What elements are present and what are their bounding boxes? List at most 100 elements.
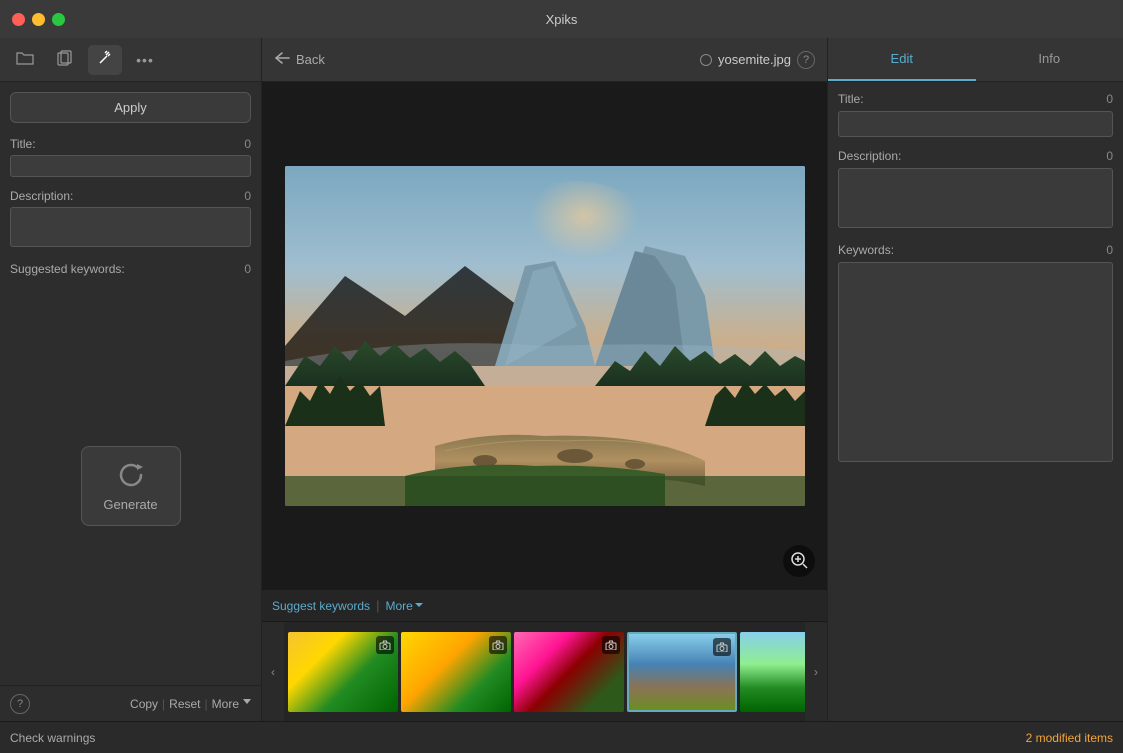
- right-description-label-row: Description: 0: [838, 149, 1113, 163]
- back-button[interactable]: Back: [274, 52, 325, 67]
- generate-label: Generate: [103, 497, 157, 512]
- filmstrip-area: ‹: [262, 621, 827, 721]
- generate-area: Generate: [0, 286, 261, 685]
- filmstrip-item-3[interactable]: [514, 632, 624, 712]
- folder-button[interactable]: [8, 45, 42, 75]
- right-title-label-row: Title: 0: [838, 92, 1113, 106]
- tab-info[interactable]: Info: [976, 38, 1123, 81]
- app-title: Xpiks: [546, 12, 578, 27]
- main-image: [285, 166, 805, 506]
- more-options-icon: •••: [136, 52, 154, 68]
- main-layout: ••• Apply Title: 0 Description: 0 Sugges…: [0, 38, 1123, 721]
- title-section: Title: 0: [0, 131, 261, 183]
- suggested-keywords-count: 0: [244, 262, 251, 276]
- filmstrip-nav-left[interactable]: ‹: [262, 622, 284, 721]
- suggested-keywords-label-row: Suggested keywords: 0: [10, 262, 251, 276]
- modified-count: 2 modified items: [1026, 731, 1113, 745]
- right-title-count: 0: [1106, 92, 1113, 106]
- filmstrip-item-2[interactable]: [401, 632, 511, 712]
- reset-link[interactable]: Reset: [169, 697, 200, 711]
- filmstrip-nav-right[interactable]: ›: [805, 622, 827, 721]
- description-label: Description:: [10, 189, 73, 203]
- copy-link[interactable]: Copy: [130, 697, 158, 711]
- file-name: yosemite.jpg: [718, 52, 791, 67]
- right-tabs: Edit Info: [828, 38, 1123, 82]
- filmstrip-item-5[interactable]: [740, 632, 805, 712]
- filmstrip-item-1[interactable]: [288, 632, 398, 712]
- right-panel: Edit Info Title: 0 Description: 0: [827, 38, 1123, 721]
- file-help-button[interactable]: ?: [797, 51, 815, 69]
- maximize-button[interactable]: [52, 13, 65, 26]
- check-warnings-button[interactable]: Check warnings: [10, 731, 95, 745]
- suggest-more-label: More: [385, 599, 412, 613]
- title-input[interactable]: [10, 155, 251, 177]
- center-toolbar: Back yosemite.jpg ?: [262, 38, 827, 82]
- file-status-dot: [700, 54, 712, 66]
- copy-panel-icon: [57, 50, 73, 69]
- separator-1: |: [162, 697, 165, 711]
- description-input[interactable]: [10, 207, 251, 247]
- folder-icon: [16, 50, 34, 69]
- apply-button[interactable]: Apply: [10, 92, 251, 123]
- suggested-keywords-section: Suggested keywords: 0: [0, 256, 261, 286]
- description-section: Description: 0: [0, 183, 261, 256]
- thumb-4-camera-icon: [713, 638, 731, 656]
- thumb-2-camera-icon: [489, 636, 507, 654]
- tab-edit-label: Edit: [891, 51, 913, 66]
- magic-wand-icon: [97, 50, 113, 69]
- right-title-label: Title:: [838, 92, 864, 106]
- left-toolbar: •••: [0, 38, 261, 82]
- help-button[interactable]: ?: [10, 694, 30, 714]
- minimize-button[interactable]: [32, 13, 45, 26]
- title-label-row: Title: 0: [10, 137, 251, 151]
- bottom-actions: Copy | Reset | More: [130, 697, 251, 711]
- filmstrip-item-4[interactable]: [627, 632, 737, 712]
- filmstrip-scroll: [284, 622, 805, 721]
- tab-edit[interactable]: Edit: [828, 38, 976, 81]
- description-count: 0: [244, 189, 251, 203]
- window-controls: [12, 13, 65, 26]
- copy-panel-button[interactable]: [48, 45, 82, 75]
- left-sidebar: ••• Apply Title: 0 Description: 0 Sugges…: [0, 38, 262, 721]
- right-keywords-label-row: Keywords: 0: [838, 243, 1113, 257]
- landscape-svg: [285, 166, 805, 506]
- back-label: Back: [296, 52, 325, 67]
- chevron-left-icon: ‹: [271, 665, 275, 679]
- bottom-bar: Check warnings 2 modified items: [0, 721, 1123, 753]
- zoom-icon: [790, 551, 808, 572]
- more-button[interactable]: More: [212, 697, 251, 711]
- suggested-keywords-label: Suggested keywords:: [10, 262, 125, 276]
- tab-info-label: Info: [1038, 51, 1060, 66]
- right-title-section: Title: 0: [838, 92, 1113, 137]
- right-fields: Title: 0 Description: 0 Keywords: 0: [828, 82, 1123, 721]
- description-label-row: Description: 0: [10, 189, 251, 203]
- suggest-separator: |: [376, 598, 379, 613]
- zoom-button[interactable]: [783, 545, 815, 577]
- titlebar: Xpiks: [0, 0, 1123, 38]
- suggest-more-arrow-icon: [415, 603, 423, 611]
- suggest-keywords-link[interactable]: Suggest keywords: [272, 599, 370, 613]
- more-options-button[interactable]: •••: [128, 45, 162, 75]
- help-icon: ?: [17, 698, 23, 710]
- right-description-input[interactable]: [838, 168, 1113, 228]
- right-keywords-count: 0: [1106, 243, 1113, 257]
- close-button[interactable]: [12, 13, 25, 26]
- refresh-icon: [115, 459, 147, 491]
- thumb-1-camera-icon: [376, 636, 394, 654]
- suggest-more-button[interactable]: More: [385, 599, 422, 613]
- suggest-keywords-bar: Suggest keywords | More: [262, 589, 827, 621]
- chevron-right-icon: ›: [814, 665, 818, 679]
- right-description-section: Description: 0: [838, 149, 1113, 231]
- image-view: [262, 82, 827, 589]
- magic-wand-button[interactable]: [88, 45, 122, 75]
- right-keywords-input[interactable]: [838, 262, 1113, 462]
- generate-button[interactable]: Generate: [81, 446, 181, 526]
- separator-2: |: [205, 697, 208, 711]
- title-label: Title:: [10, 137, 36, 151]
- right-description-label: Description:: [838, 149, 901, 163]
- back-arrow-icon: [274, 52, 290, 67]
- right-description-count: 0: [1106, 149, 1113, 163]
- chevron-down-icon: [243, 699, 251, 708]
- right-title-input[interactable]: [838, 111, 1113, 137]
- right-keywords-section: Keywords: 0: [838, 243, 1113, 462]
